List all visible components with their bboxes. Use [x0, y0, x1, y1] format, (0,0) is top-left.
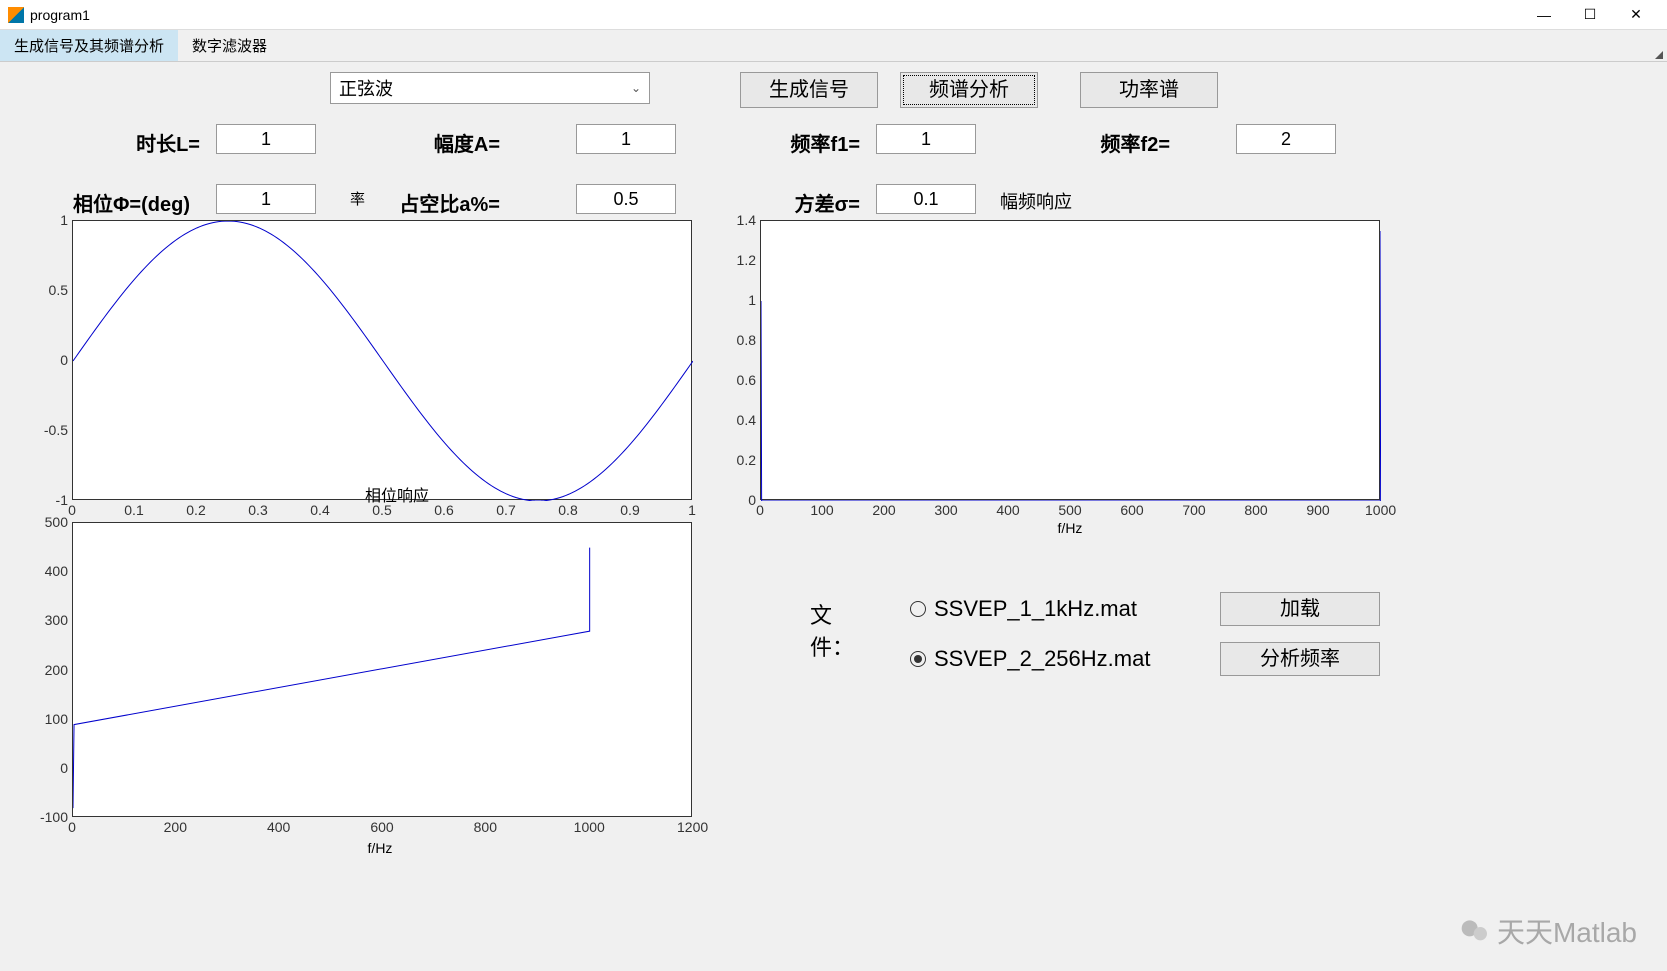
magnitude-chart: [760, 220, 1380, 500]
xtick: 0.8: [553, 502, 583, 518]
xtick: 400: [993, 502, 1023, 518]
window-controls: — ☐ ✕: [1521, 1, 1659, 29]
ytick: 300: [30, 612, 68, 628]
xtick: 1000: [574, 819, 604, 835]
tab-corner-icon: [1655, 51, 1663, 59]
xtick: 300: [931, 502, 961, 518]
xtick: 0.4: [305, 502, 335, 518]
file-label: 文件：: [810, 598, 854, 662]
amp-input[interactable]: 1: [576, 124, 676, 154]
ytick: 100: [30, 711, 68, 727]
xtick: 900: [1303, 502, 1333, 518]
tabbar: 生成信号及其频谱分析 数字滤波器: [0, 30, 1667, 62]
truncated-text: 率: [350, 188, 365, 209]
f1-label: 频率f1=: [740, 128, 860, 157]
signal-chart: [72, 220, 692, 500]
xtick: 0.6: [429, 502, 459, 518]
ytick: 1: [718, 292, 756, 308]
ytick: 1.4: [718, 212, 756, 228]
signal-plot-svg: [73, 221, 693, 501]
ytick: 0.6: [718, 372, 756, 388]
ytick: 1.2: [718, 252, 756, 268]
xtick: 100: [807, 502, 837, 518]
maximize-button[interactable]: ☐: [1567, 1, 1613, 29]
ytick: 1: [30, 212, 68, 228]
ytick: 0.5: [30, 282, 68, 298]
phase-input[interactable]: 1: [216, 184, 316, 214]
chart2-xlabel: f/Hz: [350, 840, 410, 856]
ytick: 500: [30, 514, 68, 530]
power-button[interactable]: 功率谱: [1080, 72, 1218, 108]
ytick: 0: [718, 492, 756, 508]
close-button[interactable]: ✕: [1613, 1, 1659, 29]
file-radio-1[interactable]: [910, 601, 926, 617]
var-input[interactable]: 0.1: [876, 184, 976, 214]
analyze-button[interactable]: 分析频率: [1220, 642, 1380, 676]
watermark-text: 天天Matlab: [1497, 911, 1637, 951]
f2-label: 频率f2=: [1050, 128, 1170, 157]
xtick: 0.1: [119, 502, 149, 518]
duty-label: 占空比a%=: [370, 188, 500, 217]
xtick: 200: [160, 819, 190, 835]
chart3-xlabel: f/Hz: [1040, 520, 1100, 536]
chevron-down-icon: ⌄: [631, 81, 641, 95]
ytick: 0.2: [718, 452, 756, 468]
ytick: 0.4: [718, 412, 756, 428]
xtick: 0.3: [243, 502, 273, 518]
file-opt1: SSVEP_1_1kHz.mat: [934, 596, 1137, 622]
phase-resp-label: 相位响应: [365, 482, 429, 506]
wechat-icon: [1459, 915, 1491, 947]
ytick: -100: [30, 809, 68, 825]
tab-signal-gen[interactable]: 生成信号及其频谱分析: [0, 30, 178, 61]
xtick: 800: [1241, 502, 1271, 518]
ytick: -1: [30, 492, 68, 508]
var-label: 方差σ=: [740, 188, 860, 217]
titlebar: program1 — ☐ ✕: [0, 0, 1667, 30]
xtick: 1200: [677, 819, 707, 835]
xtick: 800: [470, 819, 500, 835]
amp-label: 幅度A=: [390, 128, 500, 157]
ytick: -0.5: [30, 422, 68, 438]
tab-filter[interactable]: 数字滤波器: [178, 30, 281, 61]
ytick: 400: [30, 563, 68, 579]
ytick: 0: [30, 760, 68, 776]
duty-input[interactable]: 0.5: [576, 184, 676, 214]
xtick: 1000: [1365, 502, 1395, 518]
f2-input[interactable]: 2: [1236, 124, 1336, 154]
xtick: 200: [869, 502, 899, 518]
xtick: 1: [677, 502, 707, 518]
window-title: program1: [30, 7, 1521, 23]
minimize-button[interactable]: —: [1521, 1, 1567, 29]
waveform-value: 正弦波: [339, 75, 393, 101]
xtick: 0.2: [181, 502, 211, 518]
app-icon: [8, 7, 24, 23]
file-radio-2[interactable]: [910, 651, 926, 667]
xtick: 600: [1117, 502, 1147, 518]
f1-input[interactable]: 1: [876, 124, 976, 154]
phase-plot-svg: [73, 523, 693, 818]
spectrum-button[interactable]: 频谱分析: [900, 72, 1038, 108]
watermark: 天天Matlab: [1459, 911, 1637, 951]
waveform-select[interactable]: 正弦波 ⌄: [330, 72, 650, 104]
xtick: 0.7: [491, 502, 521, 518]
phase-chart: [72, 522, 692, 817]
mag-plot-svg: [761, 221, 1381, 501]
ytick: 0: [30, 352, 68, 368]
xtick: 700: [1179, 502, 1209, 518]
ytick: 200: [30, 662, 68, 678]
xtick: 500: [1055, 502, 1085, 518]
xtick: 0.9: [615, 502, 645, 518]
xtick: 600: [367, 819, 397, 835]
mag-resp-label: 幅频响应: [1000, 188, 1072, 214]
generate-button[interactable]: 生成信号: [740, 72, 878, 108]
file-opt2: SSVEP_2_256Hz.mat: [934, 646, 1150, 672]
ytick: 0.8: [718, 332, 756, 348]
xtick: 400: [264, 819, 294, 835]
load-button[interactable]: 加载: [1220, 592, 1380, 626]
len-label: 时长L=: [80, 128, 200, 157]
content: 正弦波 ⌄ 生成信号 频谱分析 功率谱 时长L= 1 幅度A= 1 频率f1= …: [0, 62, 1667, 971]
len-input[interactable]: 1: [216, 124, 316, 154]
